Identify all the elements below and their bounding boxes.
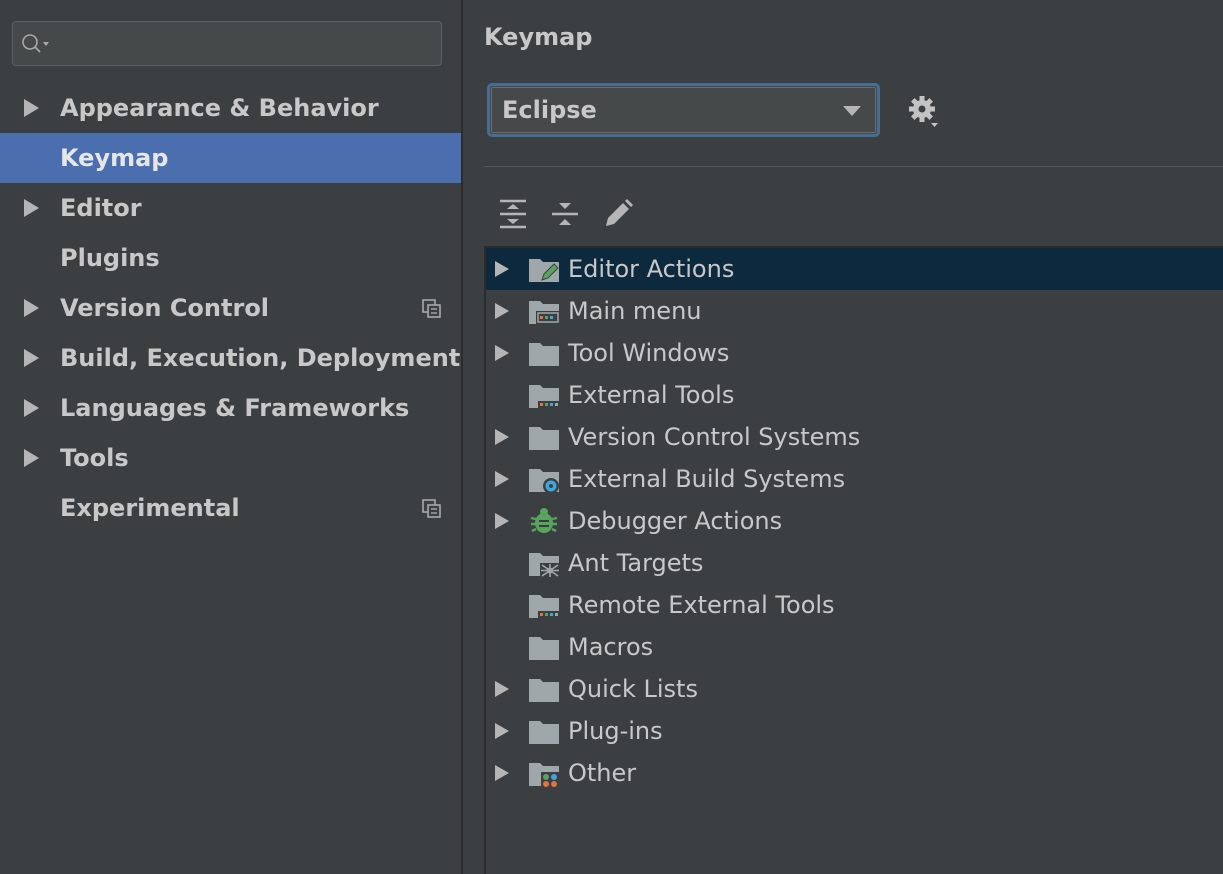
tree-node-quick-lists[interactable]: Quick Lists: [486, 668, 1223, 710]
sidebar-item-label: Appearance & Behavior: [60, 94, 379, 122]
expand-arrow-icon[interactable]: [495, 723, 509, 739]
tree-node-label: Other: [568, 759, 637, 787]
gear-icon[interactable]: [905, 92, 945, 132]
keymap-actions-tree[interactable]: Editor Actions Main menu Tool Windows Exter…: [484, 246, 1223, 874]
separator: [483, 166, 1223, 167]
folder-icon: [528, 633, 560, 661]
expand-arrow-icon[interactable]: [24, 349, 39, 367]
tree-node-main-menu[interactable]: Main menu: [486, 290, 1223, 332]
ant-icon: [528, 549, 560, 577]
tree-node-label: Version Control Systems: [568, 423, 861, 451]
expand-arrow-icon[interactable]: [495, 303, 509, 319]
sidebar-item-keymap[interactable]: Keymap: [0, 133, 461, 183]
tree-node-label: Ant Targets: [568, 549, 704, 577]
keymap-panel: Keymap Eclipse Editor Actions Main menu …: [463, 0, 1223, 874]
folder-icon: [528, 675, 560, 703]
sidebar-item-appearance-behavior[interactable]: Appearance & Behavior: [0, 83, 461, 133]
tree-node-plug-ins[interactable]: Plug-ins: [486, 710, 1223, 752]
keymap-scheme-dropdown[interactable]: Eclipse: [487, 83, 880, 137]
tree-node-editor-actions[interactable]: Editor Actions: [486, 248, 1223, 290]
sidebar-item-plugins[interactable]: Plugins: [0, 233, 461, 283]
external-tools-icon: [528, 591, 560, 619]
project-settings-icon: [422, 499, 442, 519]
page-title: Keymap: [484, 23, 593, 51]
folder-icon: [528, 423, 560, 451]
collapse-all-icon[interactable]: [548, 197, 582, 231]
tree-node-label: Tool Windows: [568, 339, 730, 367]
expand-arrow-icon[interactable]: [24, 399, 39, 417]
tree-node-label: Quick Lists: [568, 675, 698, 703]
external-tools-icon: [528, 381, 560, 409]
expand-arrow-icon[interactable]: [495, 345, 509, 361]
sidebar-item-languages-frameworks[interactable]: Languages & Frameworks: [0, 383, 461, 433]
tree-node-external-tools[interactable]: External Tools: [486, 374, 1223, 416]
sidebar-item-label: Keymap: [60, 144, 169, 172]
build-systems-icon: [528, 465, 560, 494]
tree-node-label: Plug-ins: [568, 717, 663, 745]
sidebar-item-version-control[interactable]: Version Control: [0, 283, 461, 333]
tree-node-label: Debugger Actions: [568, 507, 783, 535]
project-settings-icon: [422, 299, 442, 319]
tree-node-label: Main menu: [568, 297, 702, 325]
settings-sidebar: Appearance & Behavior Keymap Editor Plugins…: [0, 0, 461, 874]
folder-icon: [528, 339, 560, 367]
sidebar-item-label: Experimental: [60, 494, 240, 522]
editor-actions-icon: [528, 255, 560, 283]
expand-arrow-icon[interactable]: [495, 429, 509, 445]
expand-arrow-icon[interactable]: [495, 513, 509, 529]
expand-arrow-icon[interactable]: [24, 99, 39, 117]
tree-node-version-control-systems[interactable]: Version Control Systems: [486, 416, 1223, 458]
tree-node-ant-targets[interactable]: Ant Targets: [486, 542, 1223, 584]
folder-icon: [528, 717, 560, 745]
expand-arrow-icon[interactable]: [24, 299, 39, 317]
sidebar-item-label: Plugins: [60, 244, 160, 272]
main-menu-icon: [528, 297, 560, 325]
expand-arrow-icon[interactable]: [24, 449, 39, 467]
search-input[interactable]: [57, 28, 431, 60]
tree-node-label: Macros: [568, 633, 654, 661]
sidebar-item-editor[interactable]: Editor: [0, 183, 461, 233]
expand-arrow-icon[interactable]: [495, 765, 509, 781]
tree-node-other[interactable]: Other: [486, 752, 1223, 794]
search-icon[interactable]: [21, 33, 51, 55]
tree-node-remote-external-tools[interactable]: Remote External Tools: [486, 584, 1223, 626]
keymap-scheme-value: Eclipse: [502, 96, 597, 124]
sidebar-item-build-execution-deployment[interactable]: Build, Execution, Deployment: [0, 333, 461, 383]
sidebar-item-label: Languages & Frameworks: [60, 394, 410, 422]
sidebar-item-label: Tools: [60, 444, 129, 472]
edit-icon[interactable]: [601, 197, 635, 231]
expand-all-icon[interactable]: [496, 197, 530, 231]
bug-icon: [528, 507, 560, 535]
tree-node-tool-windows[interactable]: Tool Windows: [486, 332, 1223, 374]
tree-node-external-build-systems[interactable]: External Build Systems: [486, 458, 1223, 500]
sidebar-item-label: Editor: [60, 194, 142, 222]
tree-node-label: Remote External Tools: [568, 591, 835, 619]
settings-search-field[interactable]: [12, 21, 442, 66]
tree-node-label: Editor Actions: [568, 255, 735, 283]
expand-arrow-icon[interactable]: [495, 681, 509, 697]
other-icon: [528, 759, 560, 787]
tree-node-label: External Tools: [568, 381, 735, 409]
sidebar-item-tools[interactable]: Tools: [0, 433, 461, 483]
chevron-down-icon: [843, 106, 861, 116]
expand-arrow-icon[interactable]: [495, 471, 509, 487]
sidebar-item-experimental[interactable]: Experimental: [0, 483, 461, 533]
expand-arrow-icon[interactable]: [495, 261, 509, 277]
tree-node-label: External Build Systems: [568, 465, 846, 493]
expand-arrow-icon[interactable]: [24, 199, 39, 217]
tree-node-macros[interactable]: Macros: [486, 626, 1223, 668]
sidebar-item-label: Build, Execution, Deployment: [60, 344, 461, 372]
sidebar-item-label: Version Control: [60, 294, 270, 322]
tree-node-debugger-actions[interactable]: Debugger Actions: [486, 500, 1223, 542]
